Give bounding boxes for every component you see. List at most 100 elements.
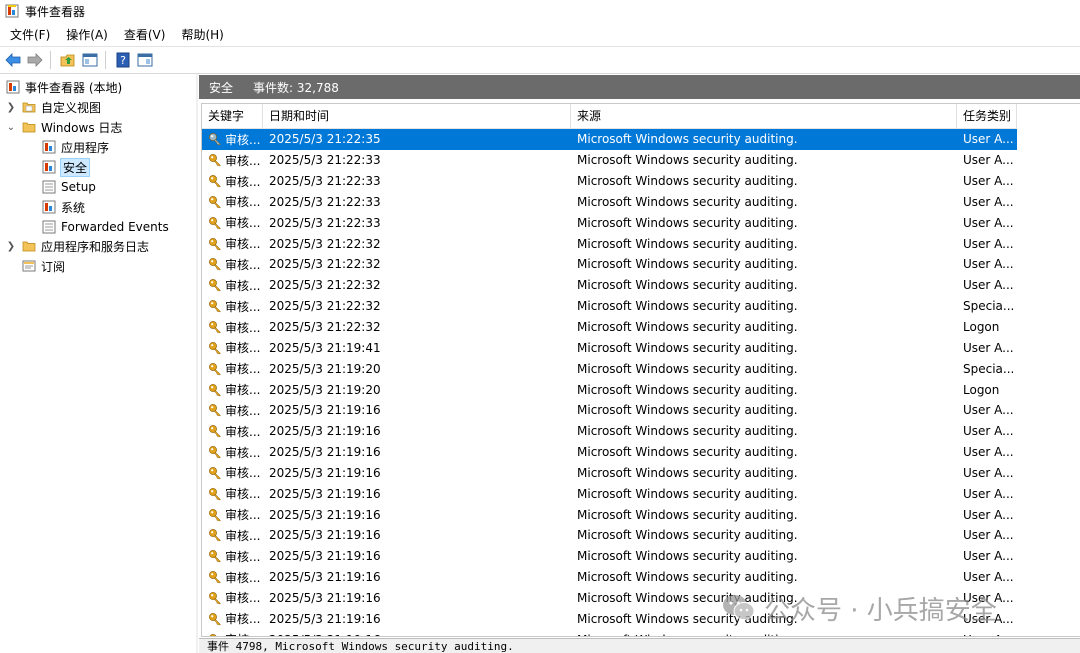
show-action-pane-button[interactable] — [136, 51, 154, 69]
event-row[interactable]: 审核... 2025/5/3 21:22:33 Microsoft Windows … — [202, 192, 1017, 213]
keyword-text: 审核... — [225, 299, 261, 314]
datetime-cell: 2025/5/3 21:22:32 — [269, 320, 381, 335]
pane-splitter[interactable] — [196, 74, 198, 653]
event-row[interactable]: 审核... 2025/5/3 21:22:33 Microsoft Windows … — [202, 150, 1017, 171]
event-detail-pane: 事件 4798, Microsoft Windows security audi… — [199, 638, 1080, 653]
event-row[interactable]: 审核...2025/5/3 21:19:16Microsoft Windows … — [202, 400, 1017, 421]
keyword-cell: 审核... — [202, 296, 263, 317]
keyword-text: 审核... — [225, 320, 261, 335]
keyword-cell: 审核... — [202, 421, 263, 442]
datetime-cell: 2025/5/3 21:19:16 — [269, 507, 381, 522]
source-cell: Microsoft Windows security auditing. — [577, 215, 798, 230]
help-button[interactable]: ? — [114, 51, 132, 69]
event-row[interactable]: 审核...2025/5/3 21:19:16Microsoft Windows … — [202, 421, 1017, 442]
column-header-source[interactable]: 来源 — [571, 104, 957, 128]
event-row[interactable]: 审核... 2025/5/3 21:19:20 Microsoft Windows … — [202, 358, 1017, 379]
wechat-icon — [723, 595, 755, 620]
column-header-datetime[interactable]: 日期和时间 — [263, 104, 571, 128]
category-cell: Specia... — [963, 299, 1015, 314]
source-cell: Microsoft Windows security auditing. — [577, 132, 798, 147]
keyword-text: 审核... — [225, 195, 261, 210]
event-row[interactable]: 审核... 2025/5/3 21:22:32 Microsoft Windows … — [202, 275, 1017, 296]
source-cell: Microsoft Windows security auditing. — [577, 320, 798, 335]
chevron-down-icon[interactable]: ⌄ — [6, 122, 16, 133]
keyword-cell: 审核... — [202, 546, 263, 567]
category-cell: User A... — [963, 403, 1014, 418]
tree-item-app-service-logs[interactable]: ❯ 应用程序和服务日志 — [6, 236, 149, 256]
tree-item-setup[interactable]: Setup — [42, 177, 96, 197]
tree-item-forwarded-events[interactable]: Forwarded Events — [42, 217, 169, 237]
up-level-button[interactable] — [59, 51, 77, 69]
svg-text:?: ? — [120, 54, 126, 67]
watermark: 公众号 · 小兵搞安全 — [722, 588, 997, 628]
back-button[interactable] — [4, 51, 22, 69]
keyword-text: 审核... — [225, 383, 261, 398]
keyword-cell: 审核... — [202, 358, 263, 379]
datetime-cell: 2025/5/3 21:22:33 — [269, 194, 381, 209]
event-row[interactable]: 审核... 2025/5/3 21:22:33 Microsoft Windows … — [202, 171, 1017, 192]
tree-item-subscriptions[interactable]: 订阅 — [6, 256, 65, 276]
keyword-cell: 审核... — [202, 171, 263, 192]
log-header: 安全 事件数: 32,788 — [199, 75, 1080, 99]
log-icon — [42, 220, 56, 234]
chevron-right-icon[interactable]: ❯ — [6, 102, 16, 113]
show-console-tree-button[interactable] — [81, 51, 99, 69]
event-row[interactable]: 审核... 2025/5/3 21:19:20 Microsoft Windows … — [202, 379, 1017, 400]
source-cell: Microsoft Windows security auditing. — [577, 486, 798, 501]
event-row[interactable]: 审核... 2025/5/3 21:22:32 Microsoft Windows … — [202, 254, 1017, 275]
event-row[interactable]: 审核... 2025/5/3 21:22:32 Microsoft Windows … — [202, 233, 1017, 254]
event-row[interactable]: 审核...2025/5/3 21:19:16Microsoft Windows … — [202, 567, 1017, 588]
forward-button[interactable] — [26, 51, 44, 69]
source-cell: Microsoft Windows security auditing. — [571, 629, 957, 636]
menu-help[interactable]: 帮助(H) — [173, 26, 231, 43]
tree-label: 事件查看器 (本地) — [25, 80, 123, 95]
chevron-right-icon[interactable]: ❯ — [6, 241, 16, 252]
menu-bar: 文件(F) 操作(A) 查看(V) 帮助(H) — [0, 23, 1080, 45]
menu-action[interactable]: 操作(A) — [58, 26, 116, 43]
event-row[interactable]: 审核...2025/5/3 21:19:16Microsoft Windows … — [202, 463, 1017, 484]
console-tree-icon — [82, 53, 98, 67]
category-cell: User A... — [963, 528, 1014, 543]
event-row[interactable]: 审核... 2025/5/3 21:22:35 Microsoft Windows … — [202, 129, 1017, 150]
key-icon — [209, 362, 221, 375]
tree-item-custom-views[interactable]: ❯ 自定义视图 — [6, 97, 101, 117]
watermark-text: 公众号 · 小兵搞安全 — [764, 595, 997, 626]
tree-item-root[interactable]: 事件查看器 (本地) — [6, 77, 122, 97]
event-row[interactable]: 审核...2025/5/3 21:19:16Microsoft Windows … — [202, 525, 1017, 546]
datetime-cell: 2025/5/3 21:22:32 — [269, 236, 381, 251]
keyword-text: 审核... — [225, 216, 261, 231]
event-row[interactable]: 审核...2025/5/3 21:19:16Microsoft Windows … — [202, 483, 1017, 504]
event-row[interactable]: 审核... 2025/5/3 21:22:32 Microsoft Windows … — [202, 317, 1017, 338]
menu-file[interactable]: 文件(F) — [0, 26, 58, 43]
folder-icon — [22, 241, 36, 252]
event-row[interactable]: 审核... 2025/5/3 21:19:41 Microsoft Windows … — [202, 337, 1017, 358]
console-tree: 事件查看器 (本地) ❯ 自定义视图 ⌄ Windows 日志 应用程序 安全 — [0, 74, 197, 653]
keyword-text: 审核... — [225, 612, 261, 627]
event-row[interactable]: 审核...2025/5/3 21:19:16Microsoft Windows … — [202, 442, 1017, 463]
menu-view[interactable]: 查看(V) — [116, 26, 174, 43]
datetime-cell: 2025/5/3 21:19:16 — [269, 424, 381, 439]
tree-item-system[interactable]: 系统 — [42, 197, 85, 217]
event-rows: 审核... 2025/5/3 21:22:35 Microsoft Windows … — [202, 129, 1017, 636]
title-bar: 事件查看器 — [0, 0, 1080, 22]
keyword-cell: 审核... — [202, 400, 263, 421]
tree-item-windows-logs[interactable]: ⌄ Windows 日志 — [6, 117, 123, 137]
event-row[interactable]: 审核...2025/5/3 21:19:16Microsoft Windows … — [202, 546, 1017, 567]
category-cell: User A... — [963, 132, 1014, 147]
tree-item-security[interactable]: 安全 — [42, 157, 91, 177]
event-row[interactable]: 审核... 2025/5/3 21:22:33 Microsoft Windows … — [202, 212, 1017, 233]
event-row[interactable]: 审核...2025/5/3 21:19:16Microsoft Windows … — [202, 504, 1017, 525]
subscription-icon — [22, 260, 36, 272]
key-icon — [209, 279, 221, 292]
tree-item-application[interactable]: 应用程序 — [42, 137, 109, 157]
event-row[interactable]: 审核...2025/5/3 21:19:16Microsoft Windows … — [202, 629, 1017, 636]
key-icon — [209, 321, 221, 334]
keyword-text: 审核... — [225, 631, 260, 636]
keyword-cell: 审核... — [202, 254, 263, 275]
column-header-category[interactable]: 任务类别 — [957, 104, 1017, 128]
datetime-cell: 2025/5/3 21:19:41 — [269, 340, 381, 355]
column-header-keyword[interactable]: 关键字 — [202, 104, 263, 128]
category-cell: User A... — [957, 629, 1017, 636]
event-row[interactable]: 审核... 2025/5/3 21:22:32 Microsoft Windows … — [202, 296, 1017, 317]
datetime-cell: 2025/5/3 21:22:33 — [269, 174, 381, 189]
